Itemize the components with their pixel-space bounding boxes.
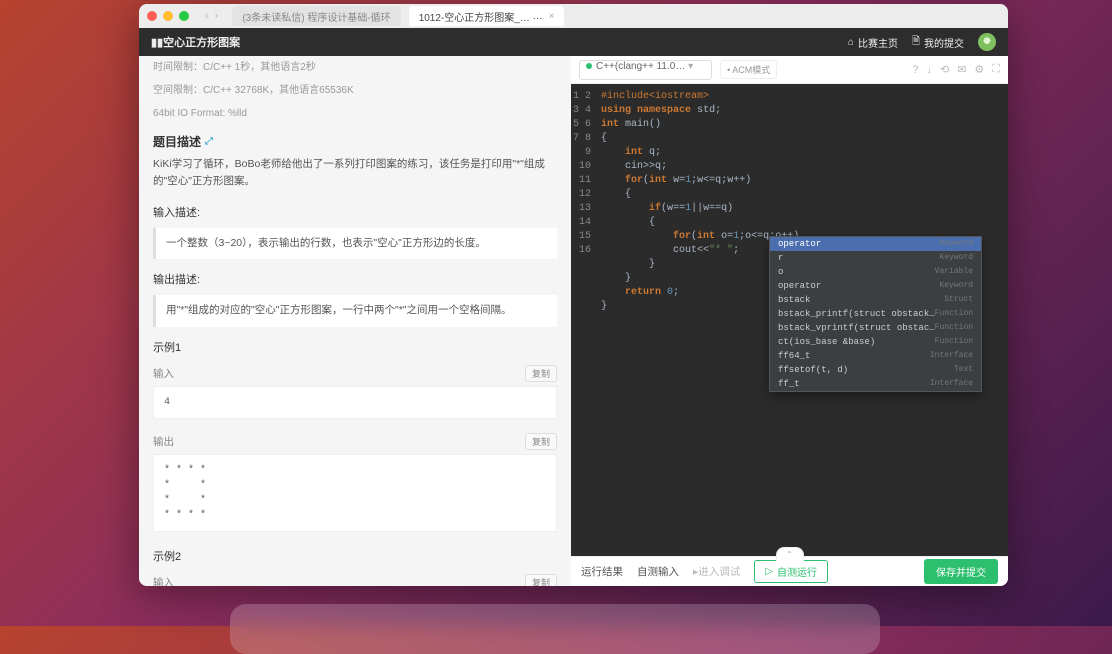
help-icon[interactable]: ? xyxy=(912,64,918,76)
app-header: ▮▮空心正方形图案 ⌂ 比赛主页 🗎 我的提交 xyxy=(139,28,1008,56)
nav-back-icon[interactable]: ‹ xyxy=(205,10,209,22)
output-desc-box: 用"*"组成的对应的"空心"正方形图案，一行中两个"*"之间用一个空格间隔。 xyxy=(153,295,557,327)
app-window: ‹ › (3条未读私信) 程序设计基础-循环 1012-空心正方形图案_… ··… xyxy=(139,4,1008,586)
copy-button[interactable]: 复制 xyxy=(525,365,557,382)
home-icon: ⌂ xyxy=(848,37,854,48)
tab-run-result[interactable]: 运行结果 xyxy=(581,564,623,579)
example-input-title: 输入 xyxy=(153,366,174,381)
autocomplete-item[interactable]: ff_tInterface xyxy=(770,377,981,391)
example1-label: 示例1 xyxy=(147,331,563,359)
problem-pane[interactable]: 时间限制：C/C++ 1秒，其他语言2秒 空间限制：C/C++ 32768K，其… xyxy=(139,56,571,586)
tab-self-input[interactable]: 自测输入 xyxy=(637,564,679,579)
example1-input: 4 xyxy=(153,386,557,419)
editor-pane: C++(clang++ 11.0… ▾ • ACM模式 ? ↓ ⟲ ✉ ⚙ ⛶ … xyxy=(571,56,1008,586)
autocomplete-item[interactable]: ct(ios_base &base)Function xyxy=(770,335,981,349)
meta-space: 空间限制：C/C++ 32768K，其他语言65536K xyxy=(147,79,563,102)
autocomplete-item[interactable]: bstackStruct xyxy=(770,293,981,307)
avatar[interactable] xyxy=(978,33,996,51)
link-label: 我的提交 xyxy=(924,35,964,50)
autocomplete-item[interactable]: oVariable xyxy=(770,265,981,279)
gear-icon[interactable]: ⚙ xyxy=(974,63,984,76)
autocomplete-item[interactable]: operatorKeyword xyxy=(770,279,981,293)
tab-label: (3条未读私信) 程序设计基础-循环 xyxy=(242,9,390,24)
mode-button[interactable]: • ACM模式 xyxy=(720,60,777,79)
zoom-icon[interactable] xyxy=(179,11,189,21)
traffic-lights xyxy=(147,11,189,21)
close-icon[interactable] xyxy=(147,11,157,21)
input-desc-label: 输入描述: xyxy=(147,196,563,224)
fullscreen-icon[interactable]: ⛶ xyxy=(992,63,1000,76)
line-gutter: 1 2 3 4 5 6 7 8 9 10 11 12 13 14 15 16 xyxy=(571,84,597,556)
autocomplete-item[interactable]: ffsetof(t, d)Text xyxy=(770,363,981,377)
output-desc-label: 输出描述: xyxy=(147,263,563,291)
browser-tab-active[interactable]: 1012-空心正方形图案_… ··· × xyxy=(409,6,565,26)
example1-output-head: 输出 复制 xyxy=(147,427,563,454)
titlebar: ‹ › (3条未读私信) 程序设计基础-循环 1012-空心正方形图案_… ··… xyxy=(139,4,1008,28)
save-submit-button[interactable]: 保存并提交 xyxy=(924,559,998,584)
editor-toolbar: C++(clang++ 11.0… ▾ • ACM模式 ? ↓ ⟲ ✉ ⚙ ⛶ xyxy=(571,56,1008,84)
bottom-bar: ⌃ 运行结果 自测输入 ▸进入调试 ▷ 自测运行 保存并提交 xyxy=(571,556,1008,586)
meta-time: 时间限制：C/C++ 1秒，其他语言2秒 xyxy=(147,56,563,79)
meta-io: 64bit IO Format: %lld xyxy=(147,102,563,125)
dock[interactable] xyxy=(230,604,880,654)
file-icon: 🗎 xyxy=(912,34,920,51)
content: 时间限制：C/C++ 1秒，其他语言2秒 空间限制：C/C++ 32768K，其… xyxy=(139,56,1008,586)
example1-input-head: 输入 复制 xyxy=(147,359,563,386)
link-label: 比赛主页 xyxy=(858,35,898,50)
copy-button[interactable]: 复制 xyxy=(525,574,557,586)
autocomplete-item[interactable]: operatorKeyword xyxy=(770,237,981,251)
tab-label: 1012-空心正方形图案_… ··· xyxy=(419,9,543,24)
code-editor[interactable]: 1 2 3 4 5 6 7 8 9 10 11 12 13 14 15 16 #… xyxy=(571,84,1008,556)
autocomplete-item[interactable]: bstack_printf(struct obstack…Function xyxy=(770,307,981,321)
copy-button[interactable]: 复制 xyxy=(525,433,557,450)
mail-icon[interactable]: ✉ xyxy=(957,63,966,76)
expand-icon[interactable]: ⤢ xyxy=(205,136,213,147)
nav-fwd-icon[interactable]: › xyxy=(215,10,219,22)
example-input-title: 输入 xyxy=(153,575,174,586)
input-desc-box: 一个整数（3~20），表示输出的行数，也表示"空心"正方形边的长度。 xyxy=(153,228,557,260)
example1-output: * * * * * * * * * * * * xyxy=(153,454,557,532)
section-title-desc: 题目描述 ⤢ xyxy=(147,125,563,156)
example2-input-head: 输入 复制 xyxy=(147,568,563,586)
tab-debug[interactable]: ▸进入调试 xyxy=(693,564,740,579)
link-contest-home[interactable]: ⌂ 比赛主页 xyxy=(848,35,898,50)
pull-handle-icon[interactable]: ⌃ xyxy=(776,547,804,561)
minimize-icon[interactable] xyxy=(163,11,173,21)
problem-desc: KiKi学习了循环，BoBo老师给他出了一系列打印图案的练习，该任务是打印用"*… xyxy=(147,156,563,196)
tab-close-icon[interactable]: × xyxy=(549,11,555,22)
self-test-button[interactable]: ▷ 自测运行 xyxy=(754,560,828,583)
autocomplete-popup[interactable]: operatorKeywordrKeywordoVariableoperator… xyxy=(769,236,982,392)
nav-arrows: ‹ › xyxy=(205,10,218,22)
status-dot-icon xyxy=(586,63,592,69)
page-title: ▮▮空心正方形图案 xyxy=(151,34,240,50)
autocomplete-item[interactable]: bstack_vprintf(struct obstac…Function xyxy=(770,321,981,335)
language-label: C++(clang++ 11.0… xyxy=(596,61,685,72)
example2-label: 示例2 xyxy=(147,540,563,568)
download-icon[interactable]: ↓ xyxy=(926,64,932,76)
play-icon: ▷ xyxy=(765,566,773,577)
button-label: 自测运行 xyxy=(777,564,817,579)
example-output-title: 输出 xyxy=(153,434,174,449)
autocomplete-item[interactable]: ff64_tInterface xyxy=(770,349,981,363)
refresh-icon[interactable]: ⟲ xyxy=(940,63,949,76)
autocomplete-item[interactable]: rKeyword xyxy=(770,251,981,265)
browser-tab[interactable]: (3条未读私信) 程序设计基础-循环 xyxy=(232,6,400,26)
link-my-submissions[interactable]: 🗎 我的提交 xyxy=(912,34,964,51)
language-select[interactable]: C++(clang++ 11.0… ▾ xyxy=(579,60,712,80)
